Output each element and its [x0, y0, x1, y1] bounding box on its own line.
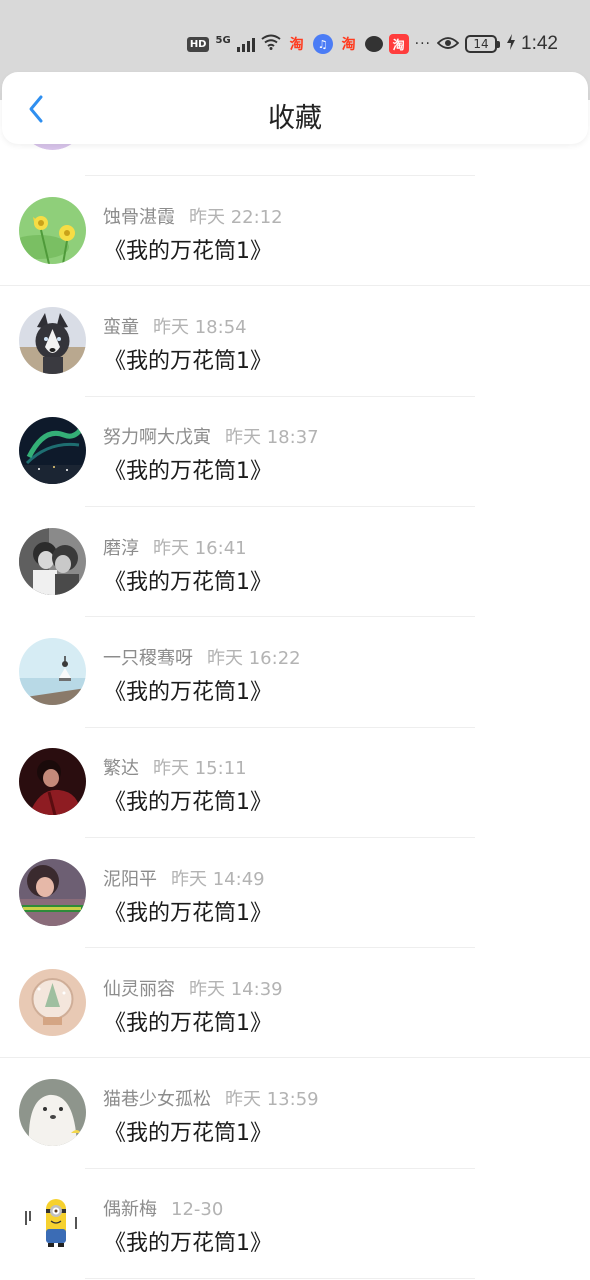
eye-icon	[436, 34, 460, 55]
divider	[85, 727, 475, 728]
divider	[85, 1168, 475, 1169]
timestamp: 昨天 16:22	[207, 648, 301, 669]
signal-icon	[236, 36, 255, 52]
divider	[85, 837, 475, 838]
timestamp: 昨天 18:37	[225, 427, 319, 448]
timestamp: 昨天 22:12	[189, 207, 283, 228]
collected-title[interactable]: 《我的万花筒1》	[104, 1225, 272, 1257]
timestamp: 昨天 14:39	[189, 979, 283, 1000]
favorites-list: 蚀骨湛霞 昨天 22:12 《我的万花筒1》 蛮童 昨天 18:54 《我的万花筒1…	[0, 0, 590, 1280]
snow-globe-avatar[interactable]	[19, 969, 86, 1036]
timestamp: 昨天 16:41	[153, 538, 247, 559]
taobao-icon: 淘	[289, 37, 304, 53]
network-type: 5G	[215, 34, 231, 46]
collected-title[interactable]: 《我的万花筒1》	[104, 895, 272, 927]
taobao-icon: 淘	[341, 37, 356, 53]
collected-title[interactable]: 《我的万花筒1》	[104, 674, 272, 706]
woman-portrait-avatar[interactable]	[19, 859, 86, 926]
yoga-sea-avatar[interactable]	[19, 638, 86, 705]
collected-title[interactable]: 《我的万花筒1》	[104, 343, 272, 375]
username[interactable]: 努力啊大戊寅	[103, 427, 211, 448]
shopping-app-icon: 淘	[388, 34, 409, 54]
collected-title[interactable]: 《我的万花筒1》	[104, 564, 272, 596]
minion-avatar[interactable]	[19, 1189, 86, 1256]
collected-title[interactable]: 《我的万花筒1》	[104, 453, 272, 485]
username[interactable]: 蚀骨湛霞	[103, 207, 175, 228]
username[interactable]: 偶新梅	[103, 1199, 157, 1220]
hd-icon: HD	[186, 36, 210, 52]
timestamp: 昨天 18:54	[153, 317, 247, 338]
list-item[interactable]: 努力啊大戊寅 昨天 18:37 《我的万花筒1》	[0, 417, 590, 527]
collected-title[interactable]: 《我的万花筒1》	[104, 233, 272, 265]
list-item[interactable]: 泥阳平 昨天 14:49 《我的万花筒1》	[0, 859, 590, 969]
username[interactable]: 磨淳	[103, 538, 139, 559]
collected-title[interactable]: 《我的万花筒1》	[104, 1005, 272, 1037]
charging-icon	[507, 34, 516, 54]
timestamp: 昨天 14:49	[171, 869, 265, 890]
top-navigation-bar: 收藏	[2, 72, 588, 144]
divider	[85, 947, 475, 948]
collected-title[interactable]: 《我的万花筒1》	[104, 1115, 272, 1147]
divider	[85, 616, 475, 617]
yellow-flowers-avatar[interactable]	[19, 197, 86, 264]
username[interactable]: 泥阳平	[103, 869, 157, 890]
divider	[85, 1278, 475, 1279]
username[interactable]: 蛮童	[103, 317, 139, 338]
list-item[interactable]: 仙灵丽容 昨天 14:39 《我的万花筒1》	[0, 969, 590, 1079]
list-item[interactable]: 磨淳 昨天 16:41 《我的万花筒1》	[0, 528, 590, 638]
page-title: 收藏	[268, 103, 322, 134]
white-bear-avatar[interactable]	[19, 1079, 86, 1146]
username[interactable]: 繁达	[103, 758, 139, 779]
dark-red-portrait-avatar[interactable]	[19, 748, 86, 815]
list-item[interactable]: 蚀骨湛霞 昨天 22:12 《我的万花筒1》	[0, 197, 590, 307]
divider	[85, 506, 475, 507]
couple-photo-avatar[interactable]	[19, 528, 86, 595]
aurora-night-avatar[interactable]	[19, 417, 86, 484]
list-item[interactable]: 蛮童 昨天 18:54 《我的万花筒1》	[0, 307, 590, 417]
list-item[interactable]: 繁达 昨天 15:11 《我的万花筒1》	[0, 748, 590, 858]
more-notifications-icon: ···	[414, 36, 432, 52]
clock: 1:42	[521, 33, 558, 54]
timestamp: 昨天 15:11	[153, 758, 247, 779]
username[interactable]: 仙灵丽容	[103, 979, 175, 1000]
divider	[85, 175, 475, 176]
collected-title[interactable]: 《我的万花筒1》	[104, 784, 272, 816]
divider	[0, 285, 590, 286]
timestamp: 12-30	[171, 1199, 224, 1220]
username[interactable]: 猫巷少女孤松	[103, 1089, 211, 1110]
list-item[interactable]: 一只稷骞呀 昨天 16:22 《我的万花筒1》	[0, 638, 590, 748]
username[interactable]: 一只稷骞呀	[103, 648, 193, 669]
battery-icon: 14	[465, 35, 501, 53]
status-icons: HD 5G 淘 ♫ 淘 淘 ··· 14 1:42	[186, 31, 558, 57]
list-item[interactable]: 猫巷少女孤松 昨天 13:59 《我的万花筒1》	[0, 1079, 590, 1189]
wifi-icon	[261, 34, 281, 54]
list-item[interactable]: 偶新梅 12-30 《我的万花筒1》	[0, 1189, 590, 1280]
timestamp: 昨天 13:59	[225, 1089, 319, 1110]
music-icon: ♫	[312, 34, 333, 54]
husky-dog-avatar[interactable]	[19, 307, 86, 374]
divider	[85, 396, 475, 397]
chat-bubble-icon	[364, 36, 383, 52]
divider	[0, 1057, 590, 1058]
